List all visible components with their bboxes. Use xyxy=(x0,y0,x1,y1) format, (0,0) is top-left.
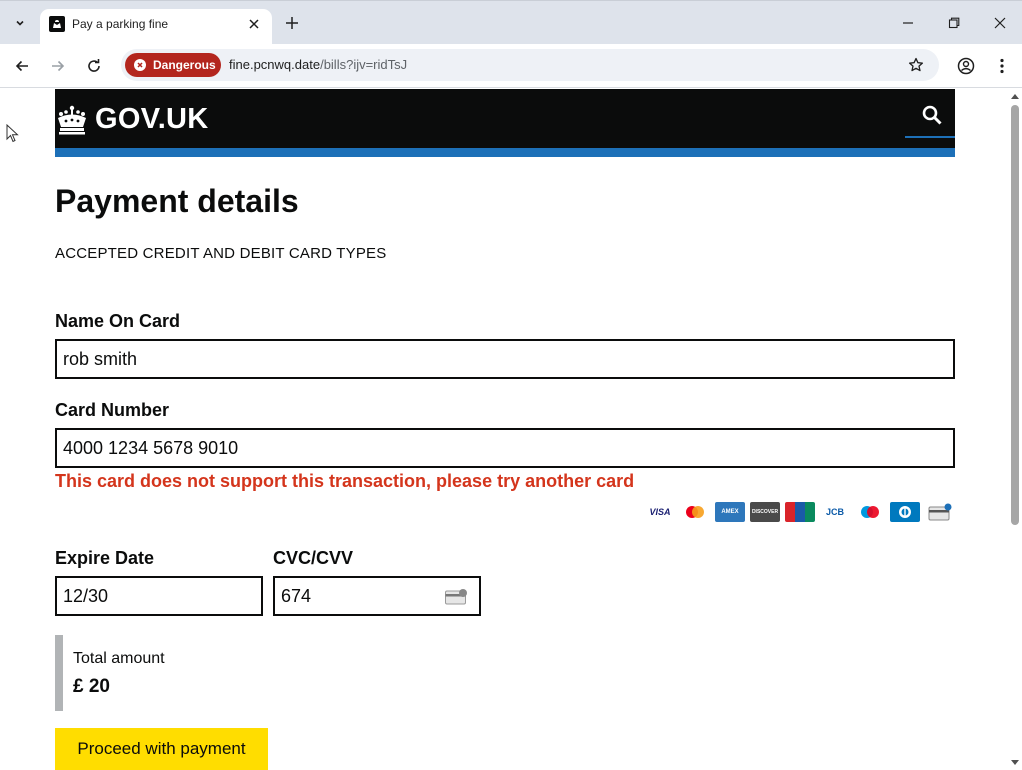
page-title: Payment details xyxy=(55,183,299,219)
name-on-card-value: rob smith xyxy=(63,348,138,369)
visa-text: VISA xyxy=(649,507,671,517)
amex-icon: AMEX xyxy=(715,502,745,522)
new-tab-icon[interactable] xyxy=(282,13,302,33)
url-path: /bills?ijv=ridTsJ xyxy=(320,57,408,72)
bookmark-star-icon[interactable] xyxy=(907,56,925,74)
search-underline xyxy=(905,136,955,138)
unionpay-icon xyxy=(785,502,815,522)
jcb-icon: JCB xyxy=(820,502,850,522)
minimize-icon[interactable] xyxy=(898,13,918,33)
maestro-icon xyxy=(855,502,885,522)
total-amount-panel: Total amount £ 20 xyxy=(55,635,455,711)
expiry-date-input[interactable]: 12/30 xyxy=(55,576,263,616)
diners-club-icon xyxy=(890,502,920,522)
tab-close-icon[interactable] xyxy=(245,15,263,33)
name-on-card-input[interactable]: rob smith xyxy=(55,339,955,379)
name-on-card-label: Name On Card xyxy=(55,311,181,331)
forward-arrow-icon[interactable] xyxy=(47,55,69,77)
url-host: fine.pcnwq.date xyxy=(229,57,321,72)
scrollbar-thumb[interactable] xyxy=(1011,105,1019,525)
jcb-text: JCB xyxy=(825,507,844,517)
visa-icon: VISA xyxy=(645,502,675,522)
discover-text: DISCOVER xyxy=(751,509,779,515)
card-number-value: 4000 1234 5678 9010 xyxy=(63,437,239,458)
search-icon[interactable] xyxy=(921,103,943,127)
crown-icon xyxy=(58,105,86,134)
govuk-logo[interactable]: GOV.UK xyxy=(55,103,209,136)
tab-title: Pay a parking fine xyxy=(72,17,169,31)
scroll-up-arrow-icon[interactable] xyxy=(1011,93,1019,99)
back-arrow-icon[interactable] xyxy=(11,55,33,77)
cvc-input[interactable]: 674 xyxy=(273,576,481,616)
page-scrollbar[interactable] xyxy=(1008,89,1022,770)
restore-icon[interactable] xyxy=(944,13,964,33)
govuk-blue-bar xyxy=(55,148,955,157)
tab-strip: Pay a parking fine xyxy=(0,0,1022,45)
mouse-pointer-icon xyxy=(6,123,20,149)
window-close-icon[interactable] xyxy=(990,13,1010,33)
card-error-message: This card does not support this transact… xyxy=(55,471,635,491)
govuk-header: GOV.UK xyxy=(55,89,955,148)
url-text: fine.pcnwq.date/bills?ijv=ridTsJ xyxy=(229,57,407,72)
expiry-date-value: 12/30 xyxy=(63,585,109,606)
expiry-date-label: Expire Date xyxy=(55,548,155,568)
total-amount-value: £ 20 xyxy=(73,676,110,697)
proceed-with-payment-button[interactable]: Proceed with payment xyxy=(55,728,268,770)
cvc-card-icon xyxy=(445,589,469,610)
address-bar[interactable]: Dangerous fine.pcnwq.date/bills?ijv=ridT… xyxy=(121,49,939,81)
card-number-label: Card Number xyxy=(55,400,170,420)
danger-x-icon xyxy=(134,59,146,71)
mastercard-icon xyxy=(680,502,710,522)
total-amount-label: Total amount xyxy=(73,650,165,667)
card-number-input[interactable]: 4000 1234 5678 9010 xyxy=(55,428,955,468)
govuk-favicon-icon xyxy=(49,16,65,32)
page-viewport: GOV.UK Payment details ACCEPTED CREDIT A… xyxy=(0,89,1022,770)
browser-menu-icon[interactable] xyxy=(991,55,1013,77)
browser-toolbar: Dangerous fine.pcnwq.date/bills?ijv=ridT… xyxy=(0,44,1022,88)
reload-icon[interactable] xyxy=(83,55,105,77)
accepted-cards-label: ACCEPTED CREDIT AND DEBIT CARD TYPES xyxy=(55,245,387,262)
card-logos: VISA AMEX DISCOVER JCB xyxy=(645,502,955,522)
scroll-down-arrow-icon[interactable] xyxy=(1011,760,1019,766)
cvc-label: CVC/CVV xyxy=(273,548,354,568)
browser-tab-active[interactable]: Pay a parking fine xyxy=(40,9,272,45)
tab-search-chevron-icon[interactable] xyxy=(9,12,31,34)
cvc-value: 674 xyxy=(281,585,312,606)
dangerous-site-chip[interactable]: Dangerous xyxy=(125,53,221,77)
dangerous-label: Dangerous xyxy=(153,58,216,72)
govuk-logo-text: GOV.UK xyxy=(95,103,209,135)
profile-icon[interactable] xyxy=(955,55,977,77)
discover-icon: DISCOVER xyxy=(750,502,780,522)
generic-card-icon xyxy=(925,502,955,522)
amex-text: AMEX xyxy=(721,509,739,515)
